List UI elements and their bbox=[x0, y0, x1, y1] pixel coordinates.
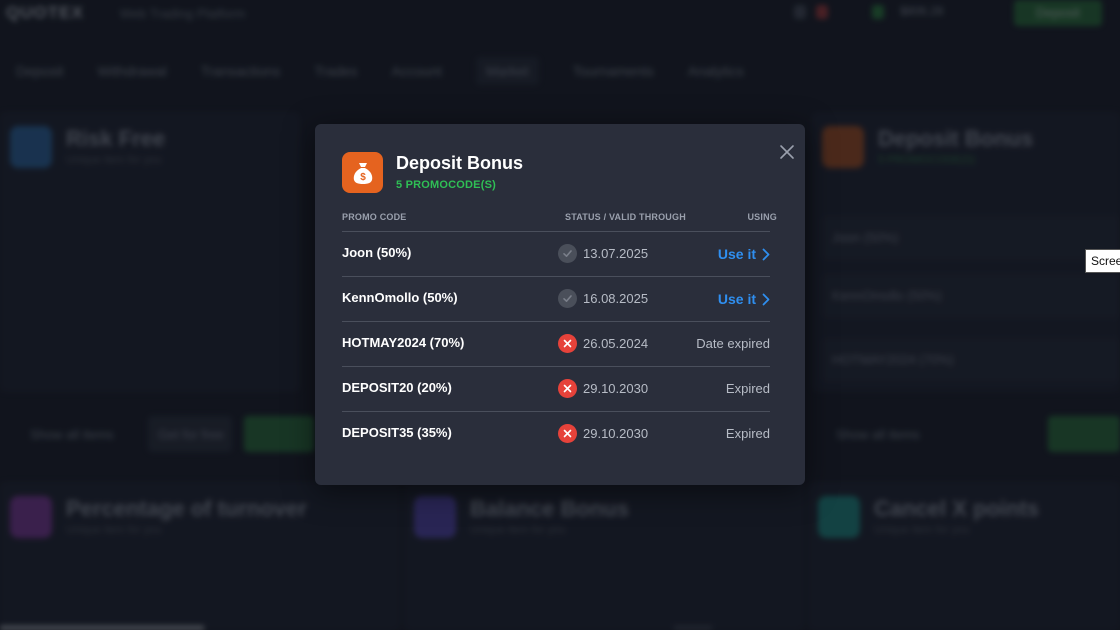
x-circle-icon bbox=[558, 424, 577, 443]
valid-through-date: 16.08.2025 bbox=[583, 291, 649, 306]
table-row: DEPOSIT35 (35%) 29.10.2030 Expired bbox=[342, 411, 770, 456]
deposit-bonus-modal: $ Deposit Bonus 5 PROMOCODE(S) PROMO COD… bbox=[315, 124, 805, 485]
x-circle-icon bbox=[558, 379, 577, 398]
header-promo-code: PROMO CODE bbox=[342, 212, 407, 222]
use-it-label: Use it bbox=[717, 291, 756, 307]
promo-code: Joon (50%) bbox=[342, 245, 412, 260]
expired-status: Expired bbox=[725, 426, 770, 441]
use-it-label: Use it bbox=[717, 246, 756, 262]
screenshot-tooltip: Screenshot bbox=[1085, 249, 1120, 273]
promocode-count: 5 PROMOCODE(S) bbox=[396, 179, 496, 191]
table-row: Joon (50%) 13.07.2025 Use it bbox=[342, 231, 770, 276]
promo-code: KennOmollo (50%) bbox=[342, 290, 458, 305]
table-row: HOTMAY2024 (70%) 26.05.2024 Date expired bbox=[342, 321, 770, 366]
chevron-right-icon bbox=[762, 248, 770, 260]
promo-table: Joon (50%) 13.07.2025 Use it KennOmollo … bbox=[342, 231, 770, 456]
table-row: DEPOSIT20 (20%) 29.10.2030 Expired bbox=[342, 366, 770, 411]
promo-code: HOTMAY2024 (70%) bbox=[342, 335, 465, 350]
header-using: USING bbox=[747, 212, 777, 222]
modal-title: Deposit Bonus bbox=[396, 153, 524, 173]
use-it-button[interactable]: Use it bbox=[718, 243, 770, 265]
table-row: KennOmollo (50%) 16.08.2025 Use it bbox=[342, 276, 770, 321]
expired-status: Expired bbox=[725, 381, 770, 396]
valid-through-date: 13.07.2025 bbox=[583, 246, 649, 261]
valid-through-date: 29.10.2030 bbox=[583, 426, 649, 441]
valid-through-date: 26.05.2024 bbox=[583, 336, 649, 351]
check-icon bbox=[558, 289, 577, 308]
promo-code: DEPOSIT35 (35%) bbox=[342, 425, 452, 440]
header-status: STATUS / VALID THROUGH bbox=[565, 212, 686, 222]
promo-code: DEPOSIT20 (20%) bbox=[342, 380, 452, 395]
expired-status: Date expired bbox=[696, 336, 770, 351]
x-circle-icon bbox=[558, 334, 577, 353]
money-bag-icon: $ bbox=[342, 152, 383, 193]
valid-through-date: 29.10.2030 bbox=[583, 381, 649, 396]
use-it-button[interactable]: Use it bbox=[718, 288, 770, 310]
close-icon bbox=[780, 145, 794, 159]
svg-text:$: $ bbox=[360, 172, 366, 183]
check-icon bbox=[558, 244, 577, 263]
chevron-right-icon bbox=[762, 293, 770, 305]
close-button[interactable] bbox=[778, 143, 796, 161]
